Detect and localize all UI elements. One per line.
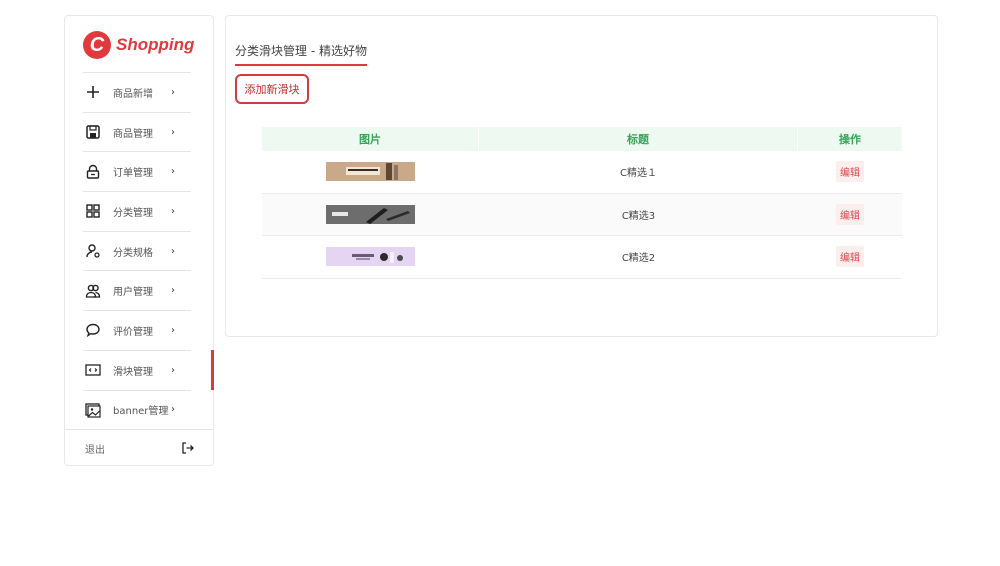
column-header-action[interactable]: 操作	[798, 127, 902, 151]
chevron-right-icon: ›	[171, 364, 175, 376]
grid-icon	[85, 203, 101, 219]
chevron-right-icon: ›	[171, 245, 175, 257]
logout-icon	[182, 442, 194, 454]
lock-icon	[85, 164, 101, 180]
main-panel: 分类滑块管理 - 精选好物 添加新滑块 图片 标题 操作 C精选１ 编辑 C精选…	[225, 15, 938, 337]
row-title: C精选3	[621, 210, 656, 222]
sidebar-item-label: banner管理	[113, 406, 169, 418]
sidebar-item-label: 分类管理	[113, 207, 153, 219]
chevron-right-icon: ›	[171, 205, 175, 217]
chat-icon	[85, 322, 101, 338]
row-title: C精选１	[620, 168, 657, 180]
table-row: C精选１ 编辑	[262, 151, 902, 194]
brand-name: Shopping	[116, 35, 195, 54]
table-row: C精选2 编辑	[262, 236, 902, 279]
row-action-cell: 编辑	[798, 151, 902, 193]
sidebar-item-category-specs[interactable]: 分类规格 ›	[83, 230, 191, 271]
sidebar-item-label: 分类规格	[113, 247, 153, 259]
plus-icon	[85, 84, 101, 100]
table-row: C精选3 编辑	[262, 193, 902, 236]
chevron-right-icon: ›	[171, 404, 175, 416]
edit-button[interactable]: 编辑	[836, 161, 864, 183]
brand[interactable]: C Shopping	[83, 30, 194, 60]
slider-table: 图片 标题 操作 C精选１ 编辑 C精选3 编辑 C精选2 编辑	[262, 127, 902, 279]
chevron-right-icon: ›	[171, 285, 175, 297]
sidebar: C Shopping 商品新增 › 商品管理 › 订单管理 › 分类管理 › 分…	[64, 15, 214, 466]
chevron-right-icon: ›	[171, 126, 175, 138]
edit-button[interactable]: 编辑	[836, 246, 864, 268]
logout-button[interactable]: 退出	[65, 429, 213, 466]
user-settings-icon	[85, 243, 101, 259]
sidebar-item-categories[interactable]: 分类管理 ›	[83, 191, 191, 231]
logout-label: 退出	[85, 444, 105, 456]
sidebar-item-users[interactable]: 用户管理 ›	[83, 270, 191, 310]
sidebar-item-label: 滑块管理	[113, 366, 153, 378]
users-icon	[85, 283, 101, 299]
brand-logo-icon: C	[83, 31, 111, 59]
sidebar-nav: 商品新增 › 商品管理 › 订单管理 › 分类管理 › 分类规格 › 用户管理 …	[83, 72, 191, 429]
sidebar-item-label: 订单管理	[113, 168, 153, 180]
row-image-cell	[262, 194, 479, 236]
row-image-cell	[262, 151, 479, 193]
sidebar-item-label: 用户管理	[113, 287, 153, 299]
sidebar-item-products[interactable]: 商品管理 ›	[83, 111, 191, 152]
row-image-cell	[262, 236, 479, 278]
row-action-cell: 编辑	[798, 194, 902, 236]
column-header-image[interactable]: 图片	[262, 127, 479, 151]
table-header: 图片 标题 操作	[262, 127, 902, 151]
chevron-right-icon: ›	[171, 324, 175, 336]
sidebar-item-banners[interactable]: banner管理 ›	[83, 389, 191, 430]
sidebar-item-label: 商品新增	[113, 88, 153, 100]
column-header-title[interactable]: 标题	[479, 127, 798, 151]
row-action-cell: 编辑	[798, 236, 902, 278]
add-slider-button[interactable]: 添加新滑块	[235, 74, 309, 104]
slider-thumbnail[interactable]	[326, 162, 415, 182]
slider-thumbnail[interactable]	[326, 247, 415, 267]
sidebar-item-sliders[interactable]: 滑块管理 ›	[83, 349, 191, 390]
sidebar-item-orders[interactable]: 订单管理 ›	[83, 151, 191, 191]
sidebar-item-label: 商品管理	[113, 128, 153, 140]
sidebar-item-reviews[interactable]: 评价管理 ›	[83, 310, 191, 350]
sidebar-item-add-product[interactable]: 商品新增 ›	[83, 72, 191, 112]
slider-thumbnail[interactable]	[326, 204, 415, 224]
row-title: C精选2	[621, 253, 656, 265]
code-icon	[85, 362, 101, 378]
save-icon	[85, 124, 101, 140]
image-icon	[85, 402, 101, 418]
sidebar-item-label: 评价管理	[113, 326, 153, 338]
active-indicator	[211, 350, 214, 390]
edit-button[interactable]: 编辑	[836, 203, 864, 225]
chevron-right-icon: ›	[171, 86, 175, 98]
page-title: 分类滑块管理 - 精选好物	[235, 42, 367, 66]
chevron-right-icon: ›	[171, 166, 175, 178]
